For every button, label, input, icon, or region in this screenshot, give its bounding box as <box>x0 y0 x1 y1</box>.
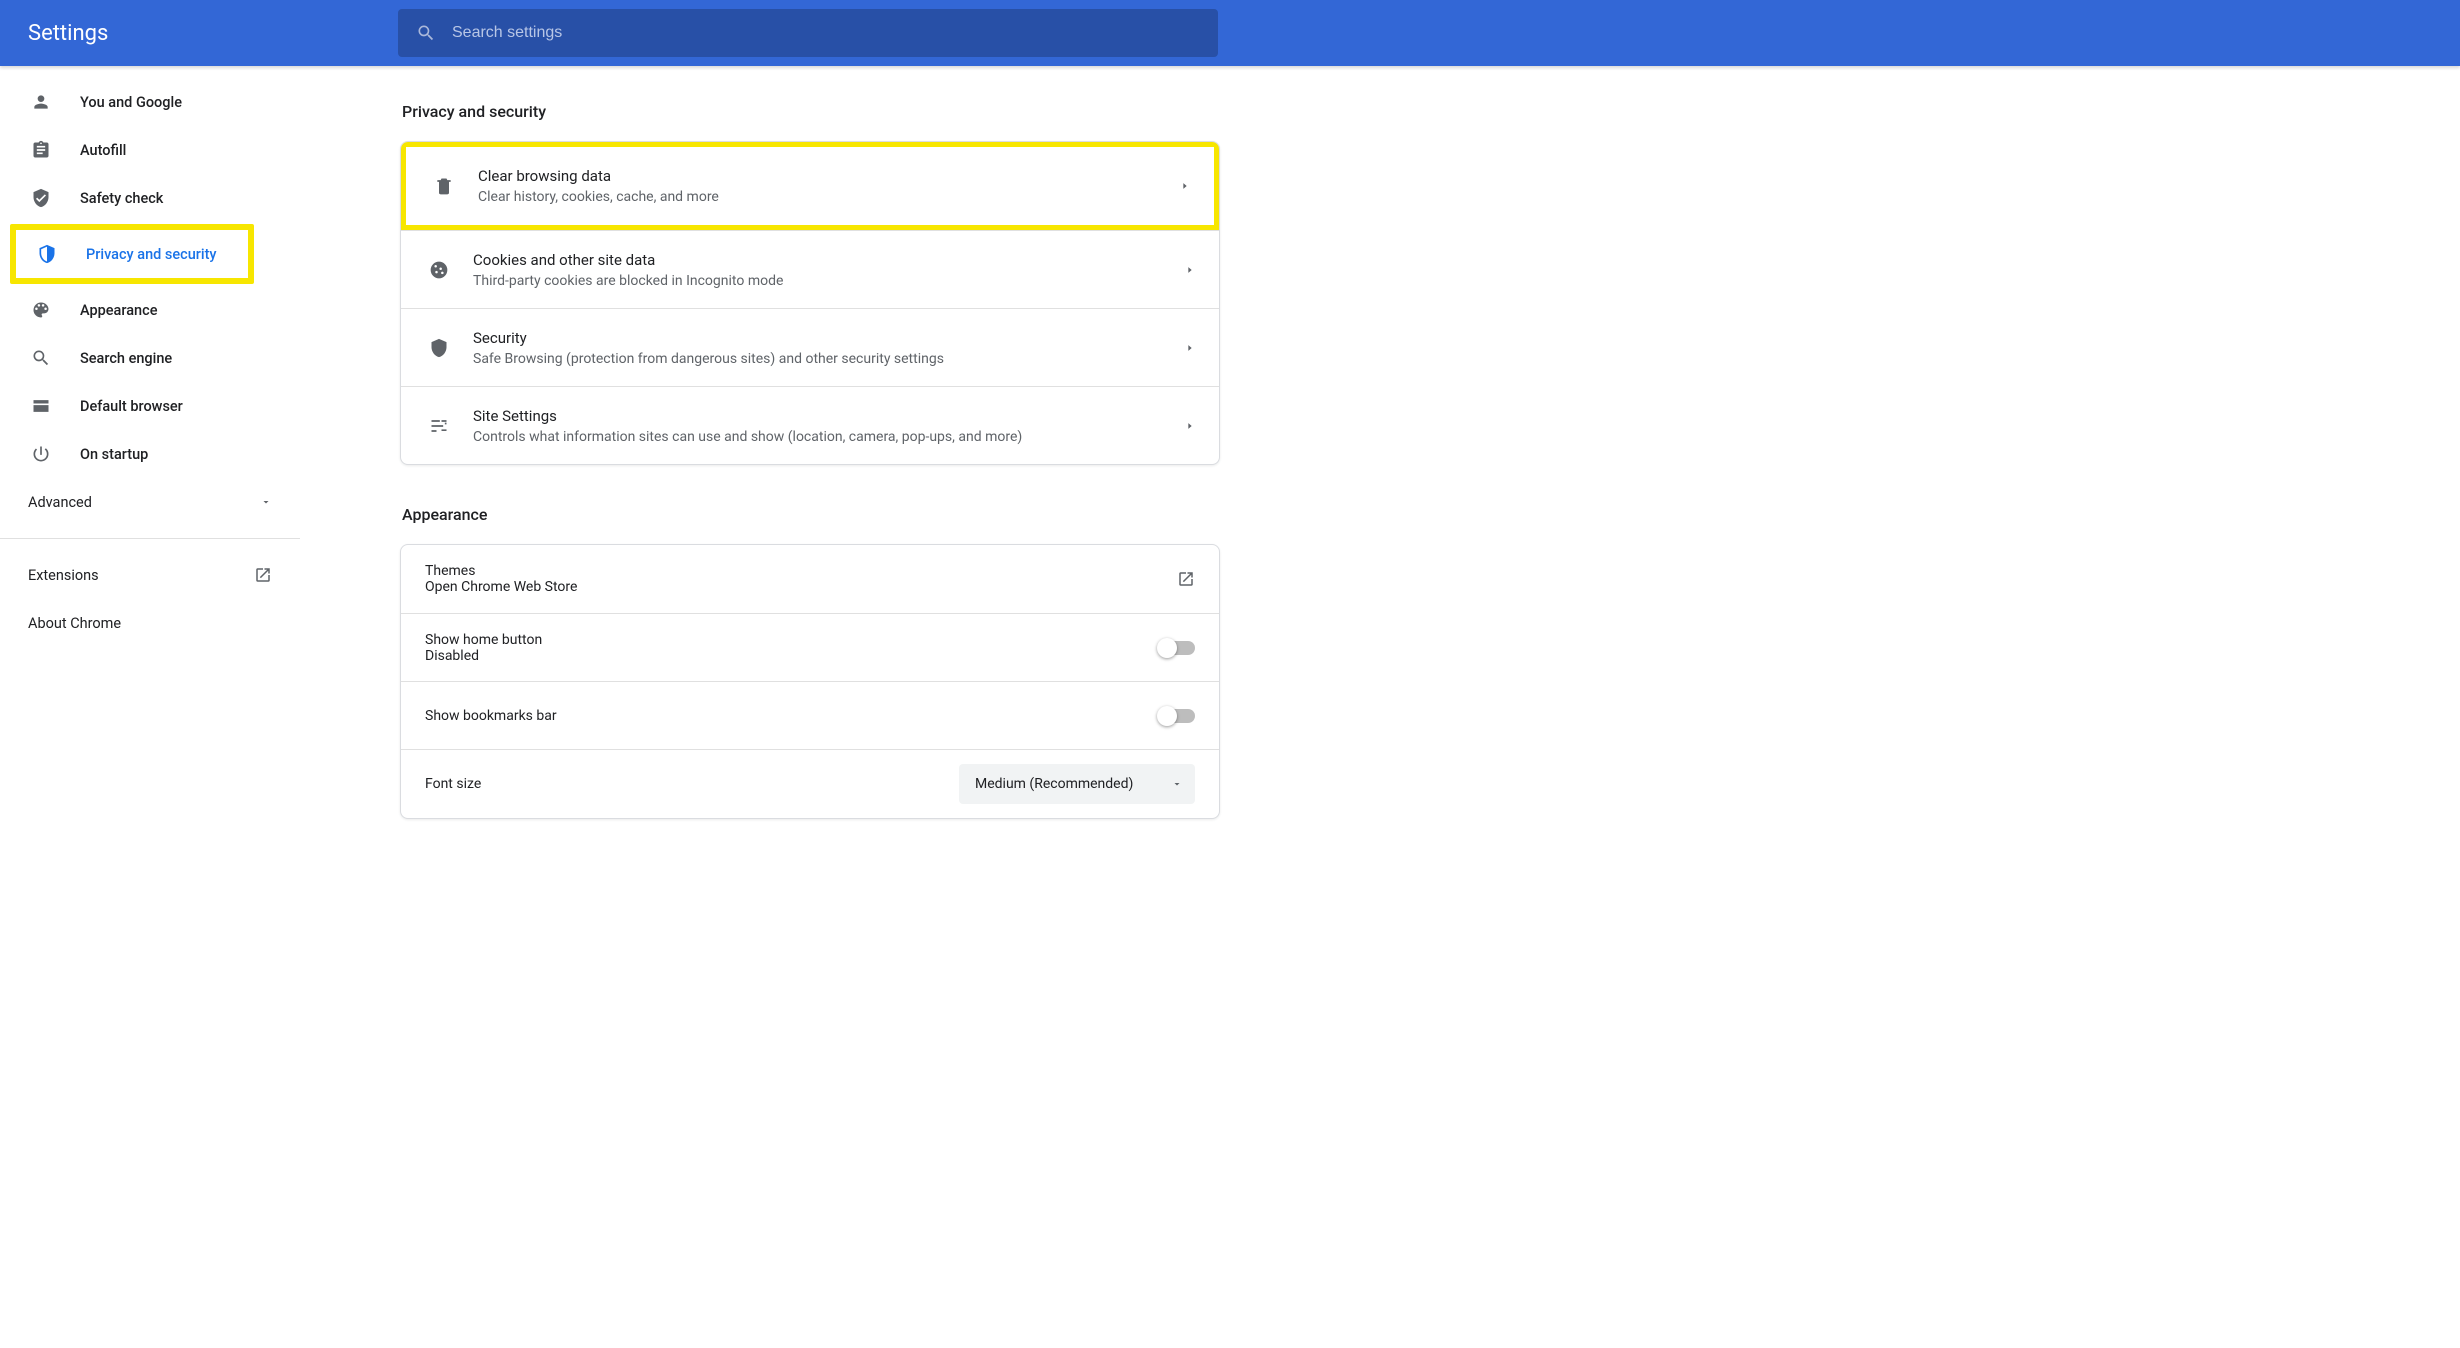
chevron-right-icon <box>1185 343 1195 353</box>
sidebar-item-label: On startup <box>80 446 148 463</box>
chevron-right-icon <box>1185 421 1195 431</box>
sidebar-advanced-toggle[interactable]: Advanced <box>0 478 300 526</box>
search-icon <box>416 23 436 43</box>
row-title: Font size <box>425 776 959 792</box>
tune-icon <box>425 416 453 436</box>
sidebar-divider <box>0 538 300 539</box>
row-text: Site Settings Controls what information … <box>473 407 1185 445</box>
sidebar-item-autofill[interactable]: Autofill <box>0 126 300 174</box>
person-icon <box>28 92 54 112</box>
row-title: Show bookmarks bar <box>425 708 1159 724</box>
power-icon <box>28 444 54 464</box>
sidebar-item-label: You and Google <box>80 94 182 111</box>
shield-icon <box>425 338 453 358</box>
extensions-label: Extensions <box>28 567 99 584</box>
sidebar-item-on-startup[interactable]: On startup <box>0 430 300 478</box>
shield-icon <box>34 244 60 264</box>
cookie-icon <box>425 260 453 280</box>
row-security[interactable]: Security Safe Browsing (protection from … <box>401 308 1219 386</box>
sidebar-item-label: Search engine <box>80 350 172 367</box>
palette-icon <box>28 300 54 320</box>
sidebar-item-safety-check[interactable]: Safety check <box>0 174 300 222</box>
app-header: Settings <box>0 0 2460 66</box>
page-title: Settings <box>28 21 398 46</box>
row-title: Themes <box>425 563 1177 579</box>
row-text: Show home button Disabled <box>425 632 1159 664</box>
row-themes[interactable]: Themes Open Chrome Web Store <box>401 545 1219 613</box>
row-title: Clear browsing data <box>478 167 1180 185</box>
row-title: Cookies and other site data <box>473 251 1185 269</box>
row-site-settings[interactable]: Site Settings Controls what information … <box>401 386 1219 464</box>
privacy-card: Clear browsing data Clear history, cooki… <box>400 141 1220 465</box>
chevron-right-icon <box>1180 181 1190 191</box>
sidebar: You and Google Autofill Safety check Pri… <box>0 66 300 1348</box>
sidebar-item-label: Privacy and security <box>86 246 217 263</box>
sidebar-item-appearance[interactable]: Appearance <box>0 286 300 334</box>
browser-icon <box>28 396 54 416</box>
font-size-select[interactable]: Medium (Recommended) <box>959 764 1195 804</box>
sidebar-item-label: Default browser <box>80 398 183 415</box>
row-font-size: Font size Medium (Recommended) <box>401 749 1219 818</box>
sidebar-about-link[interactable]: About Chrome <box>0 599 300 647</box>
sidebar-item-you-and-google[interactable]: You and Google <box>0 78 300 126</box>
sidebar-item-search-engine[interactable]: Search engine <box>0 334 300 382</box>
advanced-label: Advanced <box>28 494 92 511</box>
row-text: Themes Open Chrome Web Store <box>425 563 1177 595</box>
row-cookies[interactable]: Cookies and other site data Third-party … <box>401 230 1219 308</box>
main-content: Privacy and security Clear browsing data… <box>300 66 2460 1348</box>
sidebar-item-label: Appearance <box>80 302 157 319</box>
font-size-value: Medium (Recommended) <box>975 776 1133 792</box>
trash-icon <box>430 176 458 196</box>
row-home-button: Show home button Disabled <box>401 613 1219 681</box>
sidebar-item-label: Safety check <box>80 190 163 207</box>
sidebar-item-privacy[interactable]: Privacy and security <box>16 230 248 278</box>
row-subtitle: Disabled <box>425 648 1159 664</box>
chevron-right-icon <box>1185 265 1195 275</box>
sidebar-extensions-link[interactable]: Extensions <box>0 551 300 599</box>
section-title-appearance: Appearance <box>402 505 2460 524</box>
sidebar-item-default-browser[interactable]: Default browser <box>0 382 300 430</box>
content-highlight: Clear browsing data Clear history, cooki… <box>400 141 1220 231</box>
row-title: Security <box>473 329 1185 347</box>
shield-check-icon <box>28 188 54 208</box>
chevron-down-icon <box>1171 778 1183 790</box>
clipboard-icon <box>28 140 54 160</box>
row-text: Cookies and other site data Third-party … <box>473 251 1185 289</box>
toggle-bookmarks-bar[interactable] <box>1159 709 1195 723</box>
toggle-home-button[interactable] <box>1159 641 1195 655</box>
row-text: Clear browsing data Clear history, cooki… <box>478 167 1180 205</box>
row-subtitle: Clear history, cookies, cache, and more <box>478 189 1180 205</box>
chevron-down-icon <box>260 496 272 508</box>
sidebar-highlight: Privacy and security <box>10 224 254 284</box>
row-text: Font size <box>425 776 959 792</box>
row-subtitle: Open Chrome Web Store <box>425 579 1177 595</box>
row-bookmarks-bar: Show bookmarks bar <box>401 681 1219 749</box>
open-in-new-icon <box>1177 570 1195 588</box>
row-subtitle: Safe Browsing (protection from dangerous… <box>473 351 1185 367</box>
row-text: Show bookmarks bar <box>425 708 1159 724</box>
row-title: Show home button <box>425 632 1159 648</box>
section-title-privacy: Privacy and security <box>402 102 2460 121</box>
row-clear-browsing-data[interactable]: Clear browsing data Clear history, cooki… <box>406 147 1214 225</box>
row-title: Site Settings <box>473 407 1185 425</box>
open-in-new-icon <box>254 566 272 584</box>
sidebar-item-label: Autofill <box>80 142 126 159</box>
appearance-card: Themes Open Chrome Web Store Show home b… <box>400 544 1220 819</box>
search-icon <box>28 348 54 368</box>
about-label: About Chrome <box>28 615 121 632</box>
row-text: Security Safe Browsing (protection from … <box>473 329 1185 367</box>
search-input[interactable] <box>452 24 1200 42</box>
row-subtitle: Controls what information sites can use … <box>473 429 1185 445</box>
search-container[interactable] <box>398 9 1218 57</box>
row-subtitle: Third-party cookies are blocked in Incog… <box>473 273 1185 289</box>
